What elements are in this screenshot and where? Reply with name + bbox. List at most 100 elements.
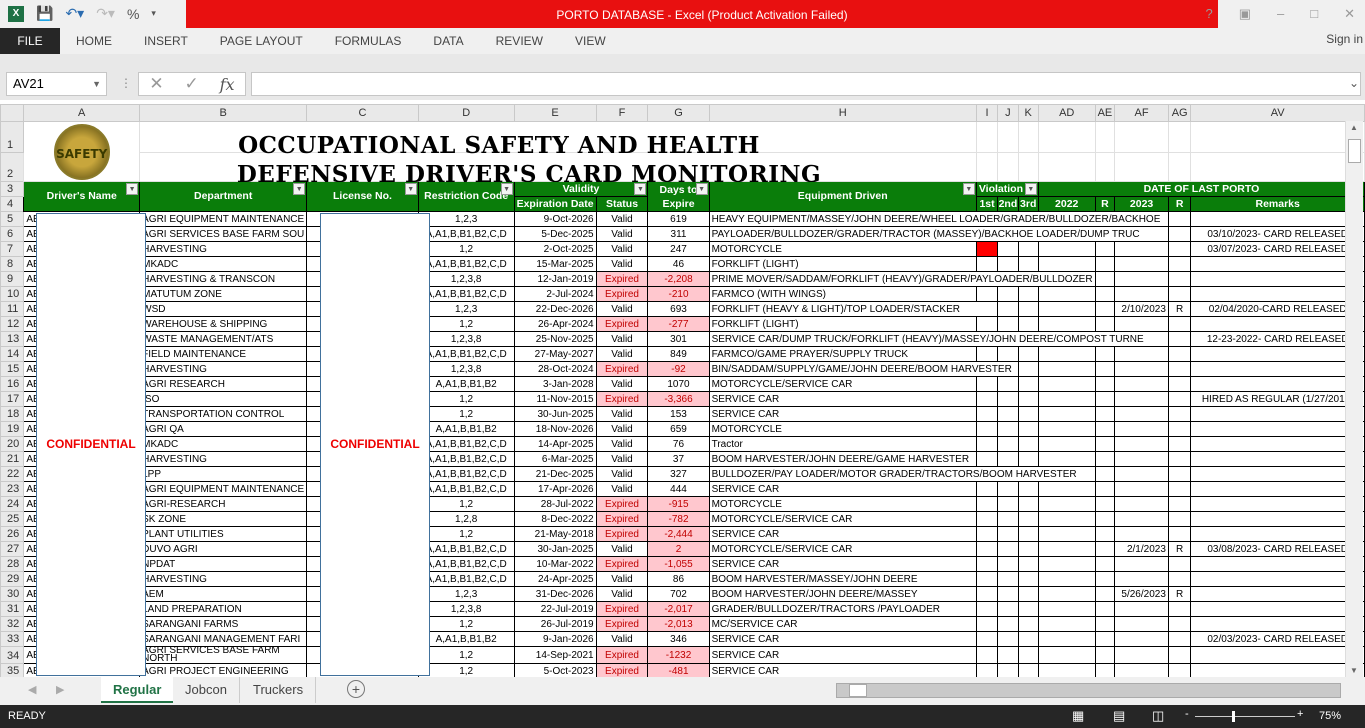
row-header[interactable]: 11 (0, 301, 25, 317)
cell-expiration-date[interactable]: 14-Apr-2025 (513, 436, 597, 452)
cell-status[interactable]: Expired (595, 271, 649, 287)
cell-days-to-expire[interactable]: 301 (647, 331, 710, 347)
cell-porto-r-2022[interactable] (1094, 241, 1116, 257)
cell-violation-3rd[interactable] (1017, 556, 1039, 572)
row-header[interactable]: 26 (0, 526, 25, 542)
cell-porto-r-2023[interactable] (1167, 601, 1192, 617)
cell-equipment-driven[interactable]: MOTORCYCLE (708, 421, 977, 437)
cell-status[interactable]: Expired (595, 526, 649, 542)
cell-equipment-driven[interactable]: BOOM HARVESTER/JOHN DEERE/GAME HARVESTER (708, 451, 977, 467)
cell-remarks[interactable]: 02/03/2023- CARD RELEASED (1190, 631, 1365, 647)
cell-department[interactable]: DUVO AGRI (139, 541, 308, 557)
cell-porto-r-2023[interactable] (1167, 571, 1192, 587)
cell-equipment-driven[interactable]: BOOM HARVESTER/JOHN DEERE/MASSEY (708, 586, 977, 602)
column-header[interactable]: C (306, 104, 419, 122)
cell-porto-2023[interactable]: 2/1/2023 (1114, 541, 1169, 557)
customize-qat-icon[interactable]: ▾ (151, 8, 156, 19)
cell-days-to-expire[interactable]: -915 (647, 496, 710, 512)
cell-restriction-code[interactable]: 1,2 (417, 496, 515, 512)
cell-restriction-code[interactable]: 1,2 (417, 241, 515, 257)
zoom-slider-thumb[interactable] (1231, 711, 1235, 722)
cell-porto-2022[interactable] (1037, 421, 1096, 437)
table-row[interactable]: 12 AE WAREHOUSE & SHIPPING 1,2 26-Apr-2024 Ex… (0, 316, 1365, 332)
row-header[interactable]: 27 (0, 541, 25, 557)
cell-equipment-driven[interactable]: BIN/SADDAM/SUPPLY/GAME/JOHN DEERE/BOOM H… (708, 361, 1019, 377)
expand-formula-bar-icon[interactable]: ⌄ (1349, 76, 1359, 90)
cell-expiration-date[interactable]: 27-May-2027 (513, 346, 597, 362)
column-header[interactable]: D (417, 104, 515, 122)
table-row[interactable]: 18 AE TRANSPORTATION CONTROL 1,2 30-Jun-2025… (0, 406, 1365, 422)
cell-porto-r-2023[interactable]: R (1167, 301, 1192, 317)
cell-days-to-expire[interactable]: -210 (647, 286, 710, 302)
cell-remarks[interactable] (1190, 571, 1365, 587)
cell-days-to-expire[interactable]: 153 (647, 406, 710, 422)
tab-insert[interactable]: INSERT (128, 28, 204, 54)
cell-violation-1st[interactable] (975, 571, 999, 587)
cell-status[interactable]: Expired (595, 391, 649, 407)
ribbon-display-icon[interactable]: ▣ (1239, 6, 1251, 22)
cell-remarks[interactable] (1190, 436, 1365, 452)
row-header[interactable]: 5 (0, 211, 25, 227)
cell-remarks[interactable] (1190, 451, 1365, 467)
cell-department[interactable]: SARANGANI MANAGEMENT FARI (139, 631, 308, 647)
column-header[interactable]: F (595, 104, 649, 122)
table-row[interactable]: 16 AE AGRI RESEARCH A,A1,B,B1,B2 3-Jan-2028 V… (0, 376, 1365, 392)
cell-days-to-expire[interactable]: 2 (647, 541, 710, 557)
cell-porto-2023[interactable] (1114, 271, 1169, 287)
cell-porto-2023[interactable] (1114, 616, 1169, 632)
cell-violation-2nd[interactable] (997, 646, 1019, 664)
cell-department[interactable]: HARVESTING (139, 361, 308, 377)
formula-input[interactable] (251, 72, 1361, 96)
cell-equipment-driven[interactable]: HEAVY EQUIPMENT/MASSEY/JOHN DEERE/WHEEL … (708, 211, 1169, 227)
cell-department[interactable]: AGRI EQUIPMENT MAINTENANCE (139, 481, 308, 497)
cell-porto-r-2022[interactable] (1094, 346, 1116, 362)
cell-violation-3rd[interactable] (1017, 316, 1039, 332)
cell-days-to-expire[interactable]: -92 (647, 361, 710, 377)
cell-porto-2022[interactable] (1037, 496, 1096, 512)
cell-restriction-code[interactable]: 1,2,3 (417, 211, 515, 227)
cell-department[interactable]: WAREHOUSE & SHIPPING (139, 316, 308, 332)
cell-department[interactable]: LAND PREPARATION (139, 601, 308, 617)
cell-status[interactable]: Valid (595, 406, 649, 422)
vertical-scrollbar[interactable]: ▲ ▼ (1345, 121, 1363, 677)
row-header[interactable]: 2 (0, 152, 25, 182)
sheet-tab-jobcon[interactable]: Jobcon (173, 677, 240, 703)
cell-expiration-date[interactable]: 28-Oct-2024 (513, 361, 597, 377)
cell-restriction-code[interactable]: 1,2,3,8 (417, 361, 515, 377)
cell-remarks[interactable] (1190, 211, 1365, 227)
cell-violation-1st[interactable] (975, 391, 999, 407)
row-header[interactable]: 20 (0, 436, 25, 452)
cell-violation-2nd[interactable] (997, 241, 1019, 257)
cell-department[interactable]: HARVESTING (139, 241, 308, 257)
cell-department[interactable]: AGRI QA (139, 421, 308, 437)
cell-violation-3rd[interactable] (1017, 241, 1039, 257)
cell-porto-r-2023[interactable] (1167, 391, 1192, 407)
cell-department[interactable]: SK ZONE (139, 511, 308, 527)
table-row[interactable]: 34 AE AGRI SERVICES BASE FARM NORTH 1,2 14-S… (0, 646, 1365, 664)
cell-restriction-code[interactable]: A,A1,B,B1,B2 (417, 421, 515, 437)
next-sheet-icon[interactable]: ▶ (56, 683, 64, 696)
cell-porto-r-2022[interactable] (1094, 571, 1116, 587)
cell-violation-2nd[interactable] (997, 256, 1019, 272)
cell-violation-2nd[interactable] (997, 316, 1019, 332)
table-row[interactable]: 28 AE NPDAT A,A1,B,B1,B2,C,D 10-Mar-2022 Expi… (0, 556, 1365, 572)
row-header[interactable]: 18 (0, 406, 25, 422)
cell-porto-2023[interactable]: 2/10/2023 (1114, 301, 1169, 317)
row-header[interactable]: 33 (0, 631, 25, 647)
cell-days-to-expire[interactable]: 659 (647, 421, 710, 437)
cell-equipment-driven[interactable]: SERVICE CAR/DUMP TRUCK/FORKLIFT (HEAVY)/… (708, 331, 1169, 347)
row-header[interactable]: 15 (0, 361, 25, 377)
cell-department[interactable]: AEM (139, 586, 308, 602)
cell-violation-2nd[interactable] (997, 511, 1019, 527)
cell-expiration-date[interactable]: 9-Jan-2026 (513, 631, 597, 647)
cell-violation-2nd[interactable] (997, 421, 1019, 437)
cell-days-to-expire[interactable]: -277 (647, 316, 710, 332)
cell-days-to-expire[interactable]: -2,013 (647, 616, 710, 632)
cell-porto-r-2023[interactable] (1167, 451, 1192, 467)
filter-dropdown-icon[interactable]: ▼ (962, 183, 975, 195)
cell-equipment-driven[interactable]: FORKLIFT (HEAVY & LIGHT)/TOP LOADER/STAC… (708, 301, 999, 317)
cell-status[interactable]: Valid (595, 541, 649, 557)
cell-violation-1st[interactable] (975, 346, 999, 362)
cell-department[interactable]: AGRI RESEARCH (139, 376, 308, 392)
table-row[interactable]: 8 AE MKADC A,A1,B,B1,B2,C,D 15-Mar-2025 Valid… (0, 256, 1365, 272)
